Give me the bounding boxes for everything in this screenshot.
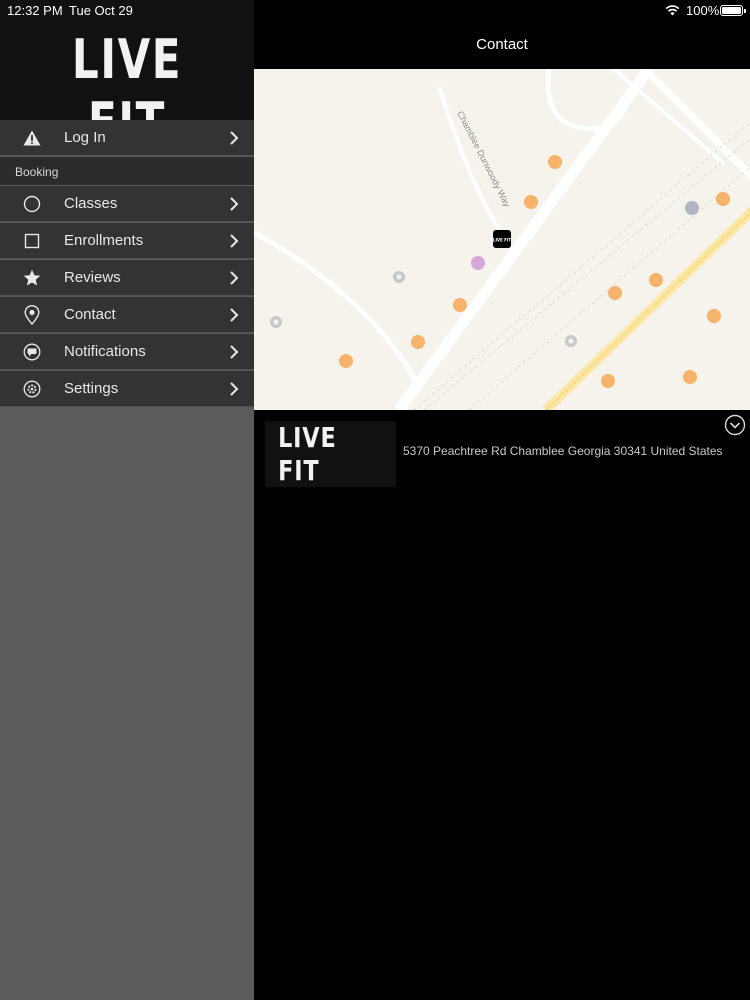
map-location-marker[interactable]: LIVE FIT bbox=[493, 230, 511, 248]
circle-icon bbox=[22, 194, 42, 214]
location-info: LIVE FIT 5370 Peachtree Rd Chamblee Geor… bbox=[254, 410, 750, 500]
sidebar-item-label: Reviews bbox=[64, 269, 121, 286]
status-date: Tue Oct 29 bbox=[69, 3, 133, 18]
sidebar-item-settings[interactable]: Settings bbox=[0, 371, 254, 407]
location-address: 5370 Peachtree Rd Chamblee Georgia 30341… bbox=[403, 444, 723, 458]
main-panel: Contact Chamblee Dunwoody Way LIVE FIT L… bbox=[254, 0, 750, 1000]
location-logo: LIVE FIT bbox=[265, 421, 396, 487]
gear-icon bbox=[22, 379, 42, 399]
sidebar-item-label: Settings bbox=[64, 380, 119, 397]
square-icon bbox=[22, 231, 42, 251]
location-logo-text: LIVE FIT bbox=[278, 421, 337, 487]
chat-bubble-icon bbox=[22, 342, 42, 362]
page-title: Contact bbox=[476, 36, 528, 53]
sidebar-item-reviews[interactable]: Reviews bbox=[0, 260, 254, 296]
sidebar-item-notifications[interactable]: Notifications bbox=[0, 334, 254, 370]
status-bar: 12:32 PM Tue Oct 29 100% bbox=[0, 0, 750, 20]
sidebar-item-label: Classes bbox=[64, 195, 118, 212]
sidebar-item-classes[interactable]: Classes bbox=[0, 186, 254, 222]
sidebar-item-log-in[interactable]: Log In bbox=[0, 120, 254, 156]
location-pin-icon bbox=[22, 304, 42, 325]
chevron-right-icon bbox=[230, 307, 239, 322]
map-view[interactable]: Chamblee Dunwoody Way LIVE FIT bbox=[254, 69, 750, 410]
section-header-booking: Booking bbox=[0, 157, 254, 185]
map-marker-label: LIVE FIT bbox=[493, 238, 511, 243]
battery-percent: 100% bbox=[686, 3, 720, 18]
sidebar-item-enrollments[interactable]: Enrollments bbox=[0, 223, 254, 259]
sidebar-item-label: Notifications bbox=[64, 343, 146, 360]
chevron-right-icon bbox=[230, 130, 239, 145]
chevron-right-icon bbox=[230, 344, 239, 359]
chevron-down-icon[interactable] bbox=[724, 414, 746, 436]
sidebar: LIVE FIT Log In Booking Classes Enrollme… bbox=[0, 0, 254, 1000]
status-time: 12:32 PM bbox=[7, 3, 63, 18]
wifi-icon bbox=[665, 5, 680, 16]
battery-icon bbox=[720, 5, 746, 16]
chevron-right-icon bbox=[230, 381, 239, 396]
star-icon bbox=[22, 268, 42, 288]
chevron-right-icon bbox=[230, 196, 239, 211]
sidebar-item-label: Contact bbox=[64, 306, 116, 323]
sidebar-item-label: Log In bbox=[64, 129, 106, 146]
chevron-right-icon bbox=[230, 233, 239, 248]
map-canvas: Chamblee Dunwoody Way LIVE FIT bbox=[254, 69, 750, 410]
sidebar-item-contact[interactable]: Contact bbox=[0, 297, 254, 333]
sidebar-item-label: Enrollments bbox=[64, 232, 144, 249]
warning-icon bbox=[22, 128, 42, 148]
chevron-right-icon bbox=[230, 270, 239, 285]
section-label: Booking bbox=[15, 165, 59, 179]
sidebar-logo: LIVE FIT bbox=[71, 28, 183, 120]
